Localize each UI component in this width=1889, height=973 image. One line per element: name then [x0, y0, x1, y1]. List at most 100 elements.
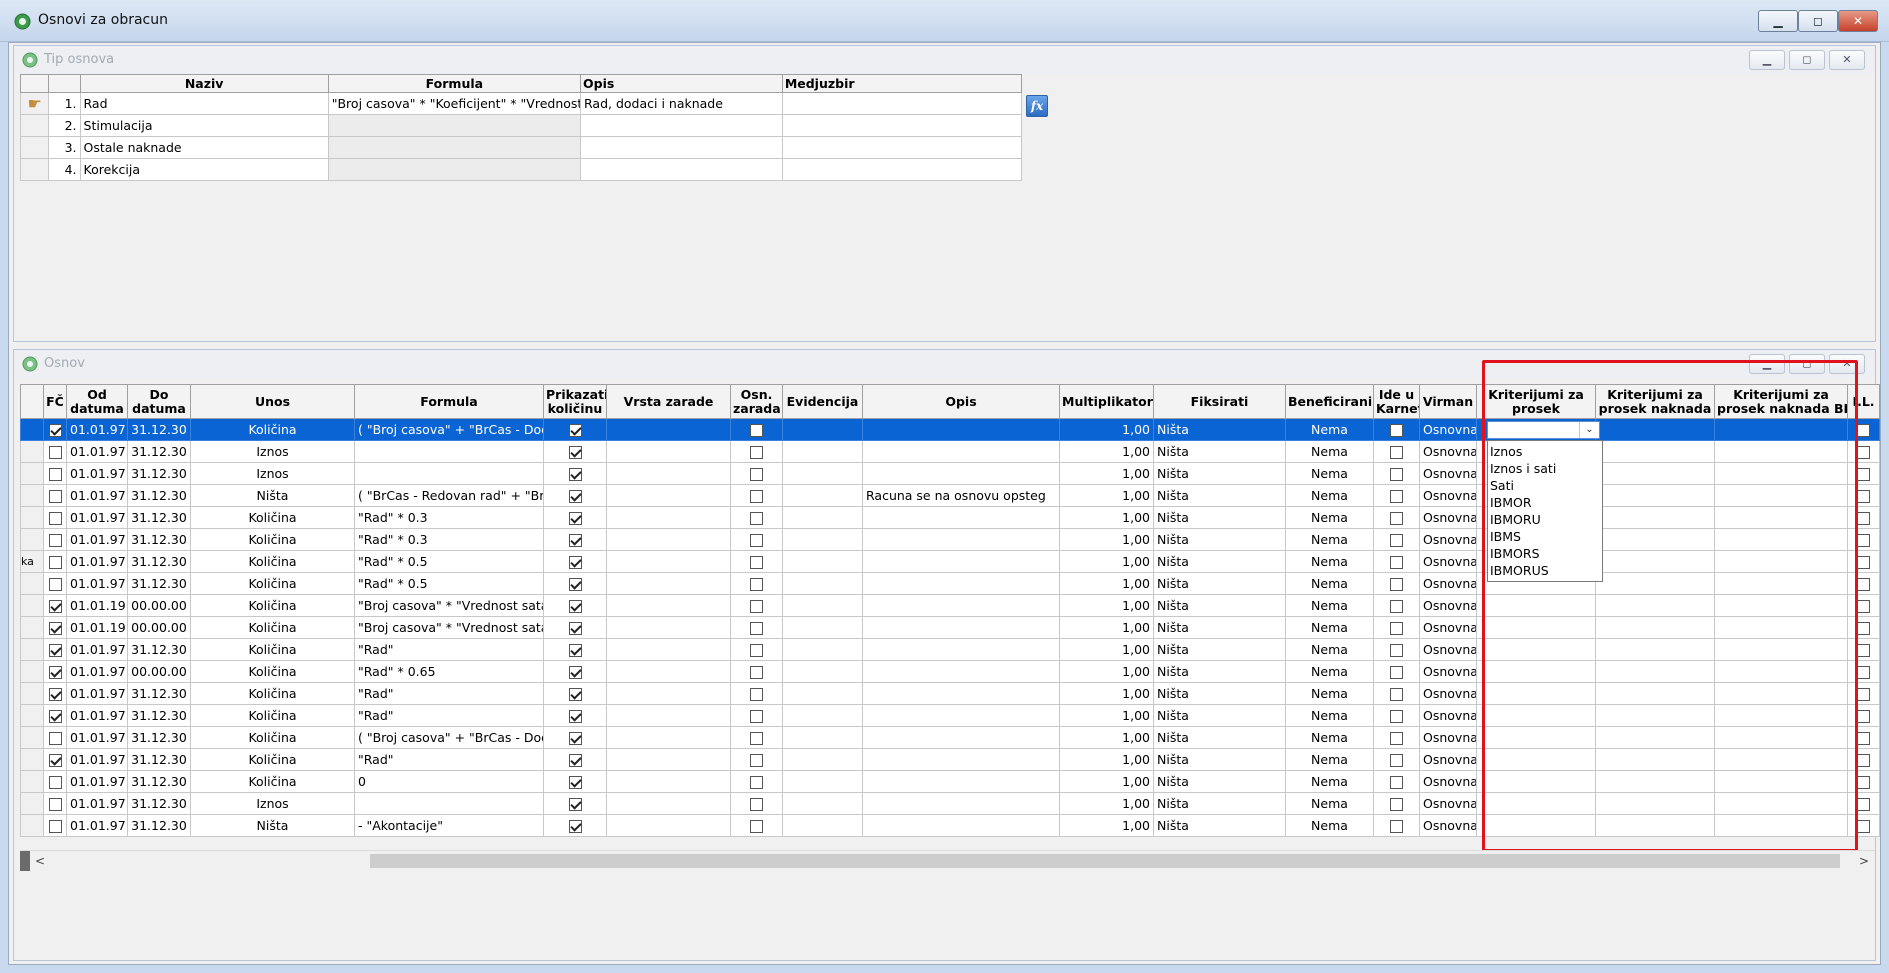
table-row[interactable]: 4. Korekcija	[19, 158, 1023, 181]
prikazati-checkbox[interactable]	[568, 688, 582, 701]
fc-cell[interactable]	[43, 616, 67, 639]
dropdown-option[interactable]: Sati	[1488, 477, 1602, 494]
prikazati-cell[interactable]	[543, 660, 607, 683]
table-row[interactable]: 01.01.97 31.12.30 Količina "Rad" 1,00 Ništa Ne…	[20, 748, 1880, 771]
fc-cell[interactable]	[43, 682, 67, 705]
virman-cell[interactable]: Osnovna	[1419, 638, 1477, 661]
opis-cell[interactable]	[862, 792, 1060, 815]
od-datuma-header[interactable]: Od datuma	[66, 384, 128, 419]
do-datuma-cell[interactable]: 31.12.30	[127, 484, 191, 507]
il-cell[interactable]	[1847, 682, 1880, 705]
beneficirani-cell[interactable]: Nema	[1285, 770, 1374, 793]
il-checkbox[interactable]	[1857, 666, 1870, 679]
vrsta-zarade-cell[interactable]	[606, 440, 731, 463]
multiplikator-cell[interactable]: 1,00	[1059, 528, 1154, 551]
minimize-button[interactable]: ▁	[1749, 50, 1785, 70]
osn-zarada-checkbox[interactable]	[750, 446, 763, 459]
scroll-right-arrow[interactable]: >	[1856, 853, 1872, 869]
osn-zarada-cell[interactable]	[730, 704, 783, 727]
multiplikator-cell[interactable]: 1,00	[1059, 440, 1154, 463]
unos-cell[interactable]: Količina	[190, 770, 355, 793]
formula-cell[interactable]: "Broj casova" * "Vrednost sata p	[354, 594, 544, 617]
row-indicator[interactable]	[20, 792, 44, 815]
il-cell[interactable]	[1847, 814, 1880, 837]
il-checkbox[interactable]	[1857, 710, 1870, 723]
kriterijumi-prosek-cell[interactable]	[1476, 704, 1596, 727]
table-row[interactable]: 01.01.97 31.12.30 Iznos 1,00 Ništa Nema Osnovn…	[20, 792, 1880, 815]
prikazati-cell[interactable]	[543, 814, 607, 837]
ide-u-karnet-cell[interactable]	[1373, 484, 1420, 507]
kriterijumi-prosek-naknada-cell[interactable]	[1595, 528, 1715, 551]
ide-u-karnet-checkbox[interactable]	[1390, 424, 1403, 437]
fc-cell[interactable]	[43, 440, 67, 463]
evidencija-cell[interactable]	[782, 594, 863, 617]
kriterijumi-prosek-naknada-bd-cell[interactable]	[1714, 638, 1848, 661]
fiksirati-cell[interactable]: Ništa	[1153, 506, 1286, 529]
vrsta-zarade-cell[interactable]	[606, 660, 731, 683]
od-datuma-cell[interactable]: 01.01.97	[66, 528, 128, 551]
formula-cell[interactable]: "Rad" * 0.5	[354, 572, 544, 595]
opis-header[interactable]: Opis	[862, 384, 1060, 419]
il-checkbox[interactable]	[1857, 468, 1870, 481]
prikazati-checkbox[interactable]	[568, 512, 582, 525]
kriterijumi-prosek-naknada-cell[interactable]	[1595, 682, 1715, 705]
prikazati-cell[interactable]	[543, 704, 607, 727]
beneficirani-cell[interactable]: Nema	[1285, 726, 1374, 749]
kriterijumi-prosek-naknada-bd-cell[interactable]	[1714, 616, 1848, 639]
il-checkbox[interactable]	[1857, 732, 1870, 745]
do-datuma-cell[interactable]: 31.12.30	[127, 462, 191, 485]
il-checkbox[interactable]	[1857, 424, 1870, 437]
osn-zarada-checkbox[interactable]	[750, 754, 763, 767]
fc-checkbox[interactable]	[48, 644, 62, 657]
opis-cell[interactable]	[580, 136, 783, 159]
vrsta-zarade-cell[interactable]	[606, 506, 731, 529]
formula-editor-button[interactable]: fx	[1026, 95, 1048, 117]
fc-checkbox[interactable]	[48, 820, 62, 833]
fiksirati-cell[interactable]: Ništa	[1153, 572, 1286, 595]
medjuzbir-cell[interactable]	[781, 92, 1023, 115]
unos-header[interactable]: Unos	[190, 384, 355, 419]
vrsta-zarade-cell[interactable]	[606, 462, 731, 485]
row-indicator[interactable]: ka	[20, 550, 44, 573]
osn-zarada-checkbox[interactable]	[750, 732, 763, 745]
formula-cell[interactable]: "Rad"	[354, 638, 544, 661]
do-datuma-cell[interactable]: 31.12.30	[127, 506, 191, 529]
ide-u-karnet-cell[interactable]	[1373, 814, 1420, 837]
fc-cell[interactable]	[43, 638, 67, 661]
il-checkbox[interactable]	[1857, 490, 1870, 503]
il-cell[interactable]	[1847, 572, 1880, 595]
beneficirani-cell[interactable]: Nema	[1285, 616, 1374, 639]
opis-cell[interactable]	[862, 506, 1060, 529]
kriterijumi-prosek-naknada-cell[interactable]	[1595, 704, 1715, 727]
formula-cell[interactable]: 0	[354, 770, 544, 793]
opis-cell[interactable]	[862, 594, 1060, 617]
evidencija-cell[interactable]	[782, 814, 863, 837]
dropdown-option[interactable]: Iznos i sati	[1488, 460, 1602, 477]
il-cell[interactable]	[1847, 440, 1880, 463]
osn-zarada-checkbox[interactable]	[750, 820, 763, 833]
od-datuma-cell[interactable]: 01.01.97	[66, 506, 128, 529]
od-datuma-cell[interactable]: 01.01.97	[66, 550, 128, 573]
kriterijumi-prosek-naknada-bd-cell[interactable]	[1714, 572, 1848, 595]
osn-zarada-cell[interactable]	[730, 682, 783, 705]
multiplikator-cell[interactable]: 1,00	[1059, 506, 1154, 529]
fiksirati-cell[interactable]: Ništa	[1153, 638, 1286, 661]
beneficirani-cell[interactable]: Nema	[1285, 660, 1374, 683]
ide-u-karnet-cell[interactable]	[1373, 726, 1420, 749]
fiksirati-cell[interactable]: Ništa	[1153, 462, 1286, 485]
evidencija-cell[interactable]	[782, 462, 863, 485]
kriterijumi-prosek-cell[interactable]	[1476, 726, 1596, 749]
fc-cell[interactable]	[43, 418, 67, 441]
kriterijumi-prosek-naknada-bd-cell[interactable]	[1714, 484, 1848, 507]
beneficirani-cell[interactable]: Nema	[1285, 418, 1374, 441]
vrsta-zarade-cell[interactable]	[606, 638, 731, 661]
osn-zarada-cell[interactable]	[730, 726, 783, 749]
od-datuma-cell[interactable]: 01.01.97	[66, 682, 128, 705]
unos-cell[interactable]: Količina	[190, 704, 355, 727]
do-datuma-cell[interactable]: 31.12.30	[127, 440, 191, 463]
fc-cell[interactable]	[43, 594, 67, 617]
formula-cell[interactable]: "Rad" * 0.3	[354, 528, 544, 551]
fiksirati-cell[interactable]: Ništa	[1153, 550, 1286, 573]
kriterijumi-prosek-naknada-bd-cell[interactable]	[1714, 792, 1848, 815]
kriterijumi-prosek-naknada-cell[interactable]	[1595, 440, 1715, 463]
